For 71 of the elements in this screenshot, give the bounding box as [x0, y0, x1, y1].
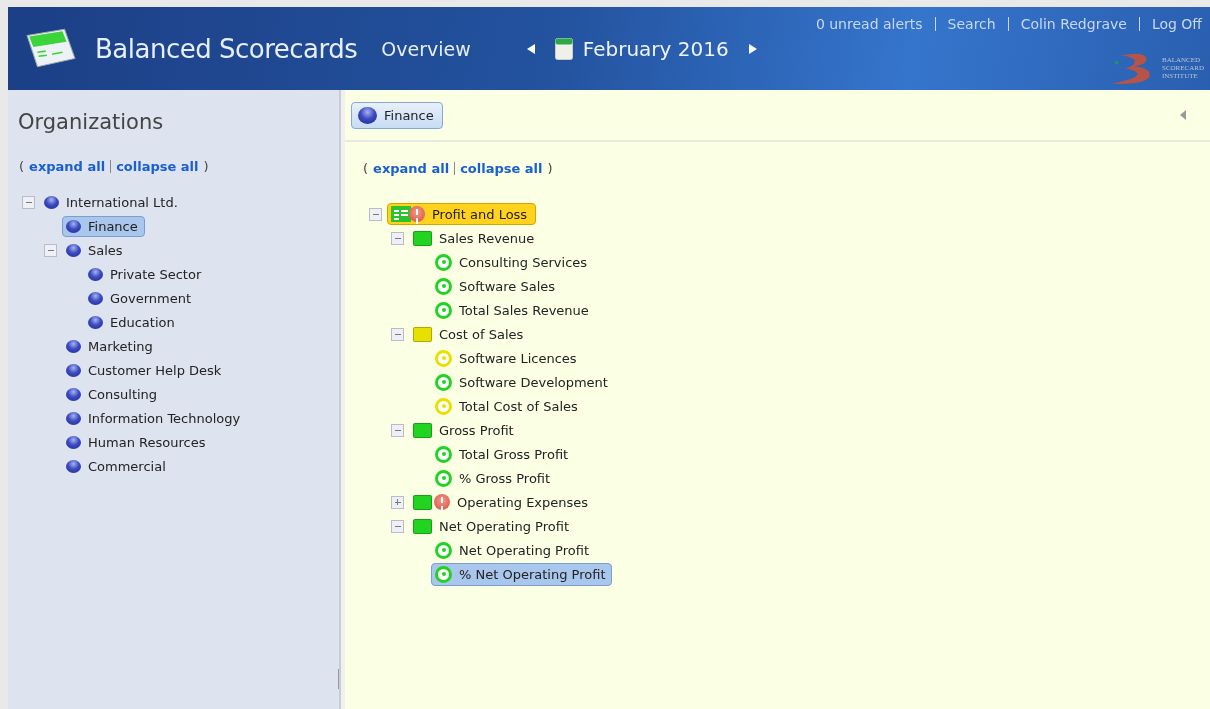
organization-icon — [66, 339, 81, 353]
organization-icon — [358, 106, 377, 124]
calendar-icon — [554, 37, 573, 60]
next-period-icon[interactable] — [748, 43, 757, 54]
organization-icon — [66, 411, 81, 425]
tree-toggle[interactable] — [44, 243, 57, 257]
organization-item[interactable]: Information Technology — [62, 407, 248, 429]
organization-icon — [66, 363, 81, 377]
organization-item[interactable]: Customer Help Desk — [62, 359, 229, 381]
organization-icon — [88, 315, 103, 329]
tree-toggle[interactable] — [391, 495, 404, 509]
organization-icon — [88, 291, 103, 305]
measure-item[interactable]: Consulting Services — [431, 250, 595, 274]
organization-icon — [66, 243, 81, 257]
finance-breadcrumb-button[interactable]: Finance — [351, 101, 443, 129]
organization-icon — [44, 195, 59, 209]
organization-item[interactable]: International Ltd. — [40, 191, 185, 213]
header-link[interactable]: Colin Redgrave — [1008, 16, 1139, 32]
measure-item[interactable]: Software Development — [431, 370, 615, 394]
tree-toggle[interactable] — [22, 195, 35, 209]
collapse-all-link[interactable]: collapse all — [116, 159, 199, 174]
organization-item[interactable]: Marketing — [62, 335, 160, 357]
tree-toggle[interactable] — [391, 423, 404, 437]
organization-item[interactable]: Commercial — [62, 455, 173, 477]
collapse-panel-icon[interactable] — [1180, 110, 1186, 120]
tree-toggle[interactable] — [391, 519, 404, 533]
perspective-item[interactable]: Sales Revenue — [409, 227, 542, 249]
organization-icon — [66, 387, 81, 401]
scorecard-logo-icon — [25, 26, 77, 69]
measure-item[interactable]: Total Gross Profit — [431, 442, 576, 466]
measure-item[interactable]: Total Sales Revenue — [431, 298, 596, 322]
perspective-item[interactable]: Operating Expenses — [409, 491, 596, 513]
organization-item[interactable]: Education — [84, 311, 182, 333]
organization-item[interactable]: Finance — [62, 215, 145, 237]
measure-item[interactable]: % Gross Profit — [431, 466, 558, 490]
measure-item[interactable]: Net Operating Profit — [431, 538, 596, 562]
organization-item[interactable]: Government — [84, 287, 199, 309]
tree-toggle[interactable] — [369, 207, 382, 221]
expand-all-link[interactable]: expand all — [373, 161, 450, 176]
perspective-item[interactable]: Net Operating Profit — [409, 515, 576, 537]
period-label: February 2016 — [582, 36, 729, 61]
paren-text: ) — [547, 161, 553, 176]
organization-icon — [88, 267, 103, 281]
organization-item[interactable]: Human Resources — [62, 431, 213, 453]
sidebar-title: Organizations — [18, 110, 165, 134]
measure-item[interactable]: Total Cost of Sales — [431, 394, 585, 418]
organization-icon — [66, 219, 81, 233]
organization-icon — [66, 459, 81, 473]
overview-tab[interactable]: Overview — [381, 37, 471, 60]
app-title: Balanced Scorecards — [95, 33, 358, 64]
collapse-all-link[interactable]: collapse all — [460, 161, 543, 176]
perspective-item[interactable]: Gross Profit — [409, 419, 521, 441]
organization-item[interactable]: Sales — [62, 239, 130, 261]
expand-all-link[interactable]: expand all — [29, 159, 106, 174]
paren-text: ) — [203, 159, 209, 174]
measure-item[interactable]: Software Licences — [431, 346, 584, 370]
scorecard-icon — [391, 206, 411, 222]
organization-item[interactable]: Private Sector — [84, 263, 209, 285]
tree-toggle[interactable] — [391, 327, 404, 341]
measure-item[interactable]: Software Sales — [431, 274, 563, 298]
paren-text: ( — [19, 159, 25, 174]
measure-item[interactable]: % Net Operating Profit — [431, 562, 613, 586]
organization-item[interactable]: Consulting — [62, 383, 165, 405]
previous-period-icon[interactable] — [526, 43, 535, 54]
header-link[interactable]: Log Off — [1139, 16, 1202, 32]
header-link[interactable]: 0 unread alerts — [803, 16, 935, 32]
scorecard-item[interactable]: Profit and Loss — [387, 203, 537, 225]
tree-toggle[interactable] — [391, 231, 404, 245]
organization-icon — [66, 435, 81, 449]
paren-text: ( — [363, 161, 369, 176]
perspective-item[interactable]: Cost of Sales — [409, 323, 531, 345]
